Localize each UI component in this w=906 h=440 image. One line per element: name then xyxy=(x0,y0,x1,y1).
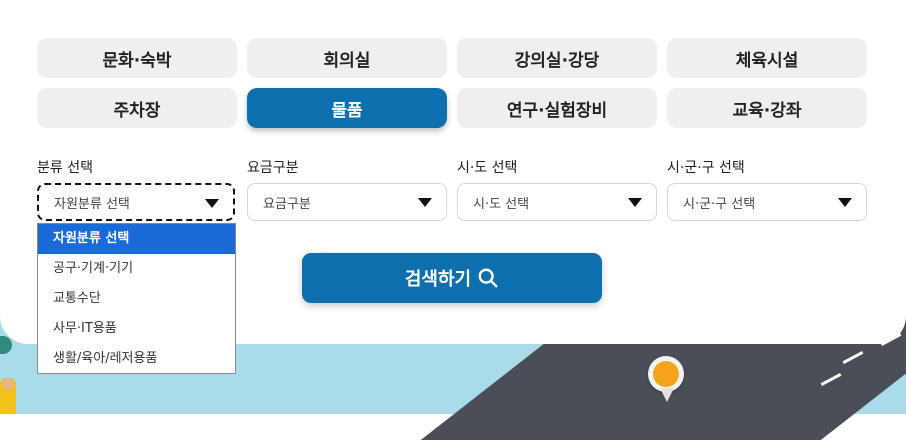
category-filter-label: 분류 선택 xyxy=(37,160,93,176)
dropdown-option[interactable]: 공구·기계·기기 xyxy=(38,254,235,284)
fee-filter-label: 요금구분 xyxy=(247,160,299,176)
category-meeting-room-button[interactable]: 회의실 xyxy=(247,38,447,78)
region-filter-label: 시·도 선택 xyxy=(457,160,518,176)
fee-select-value: 요금구분 xyxy=(263,196,311,212)
dropdown-option[interactable]: 생활/육아/레저용품 xyxy=(38,344,235,374)
search-button[interactable]: 검색하기 xyxy=(302,253,602,303)
map-pin-icon xyxy=(648,356,684,392)
category-dropdown-list: 자원분류 선택 공구·기계·기기 교통수단 사무·IT용품 생활/육아/레저용품 xyxy=(37,223,236,374)
category-goods-button[interactable]: 물품 xyxy=(247,88,447,128)
category-culture-lodging-button[interactable]: 문화·숙박 xyxy=(37,38,237,78)
dropdown-option[interactable]: 사무·IT용품 xyxy=(38,314,235,344)
fee-select[interactable]: 요금구분 xyxy=(247,183,447,221)
category-lecture-hall-button[interactable]: 강의실·강당 xyxy=(457,38,657,78)
category-select[interactable]: 자원분류 선택 xyxy=(37,183,235,221)
chevron-down-icon xyxy=(418,198,432,207)
district-select[interactable]: 시·군·구 선택 xyxy=(667,183,867,221)
category-research-equipment-button[interactable]: 연구·실험장비 xyxy=(457,88,657,128)
person-head-illustration xyxy=(2,378,14,390)
category-select-value: 자원분류 선택 xyxy=(54,196,130,212)
region-select-value: 시·도 선택 xyxy=(473,196,530,212)
category-education-button[interactable]: 교육·강좌 xyxy=(667,88,867,128)
map-pin-tip xyxy=(660,388,674,402)
search-button-label: 검색하기 xyxy=(404,269,472,290)
region-select[interactable]: 시·도 선택 xyxy=(457,183,657,221)
chevron-down-icon xyxy=(628,198,642,207)
dropdown-option[interactable]: 자원분류 선택 xyxy=(38,224,235,254)
dropdown-option[interactable]: 교통수단 xyxy=(38,284,235,314)
district-select-value: 시·군·구 선택 xyxy=(683,196,756,212)
category-sports-facility-button[interactable]: 체육시설 xyxy=(667,38,867,78)
chevron-down-icon xyxy=(838,198,852,207)
search-icon xyxy=(478,268,498,288)
district-filter-label: 시·군·구 선택 xyxy=(667,160,745,176)
chevron-down-icon xyxy=(205,199,219,208)
category-parking-button[interactable]: 주차장 xyxy=(37,88,237,128)
